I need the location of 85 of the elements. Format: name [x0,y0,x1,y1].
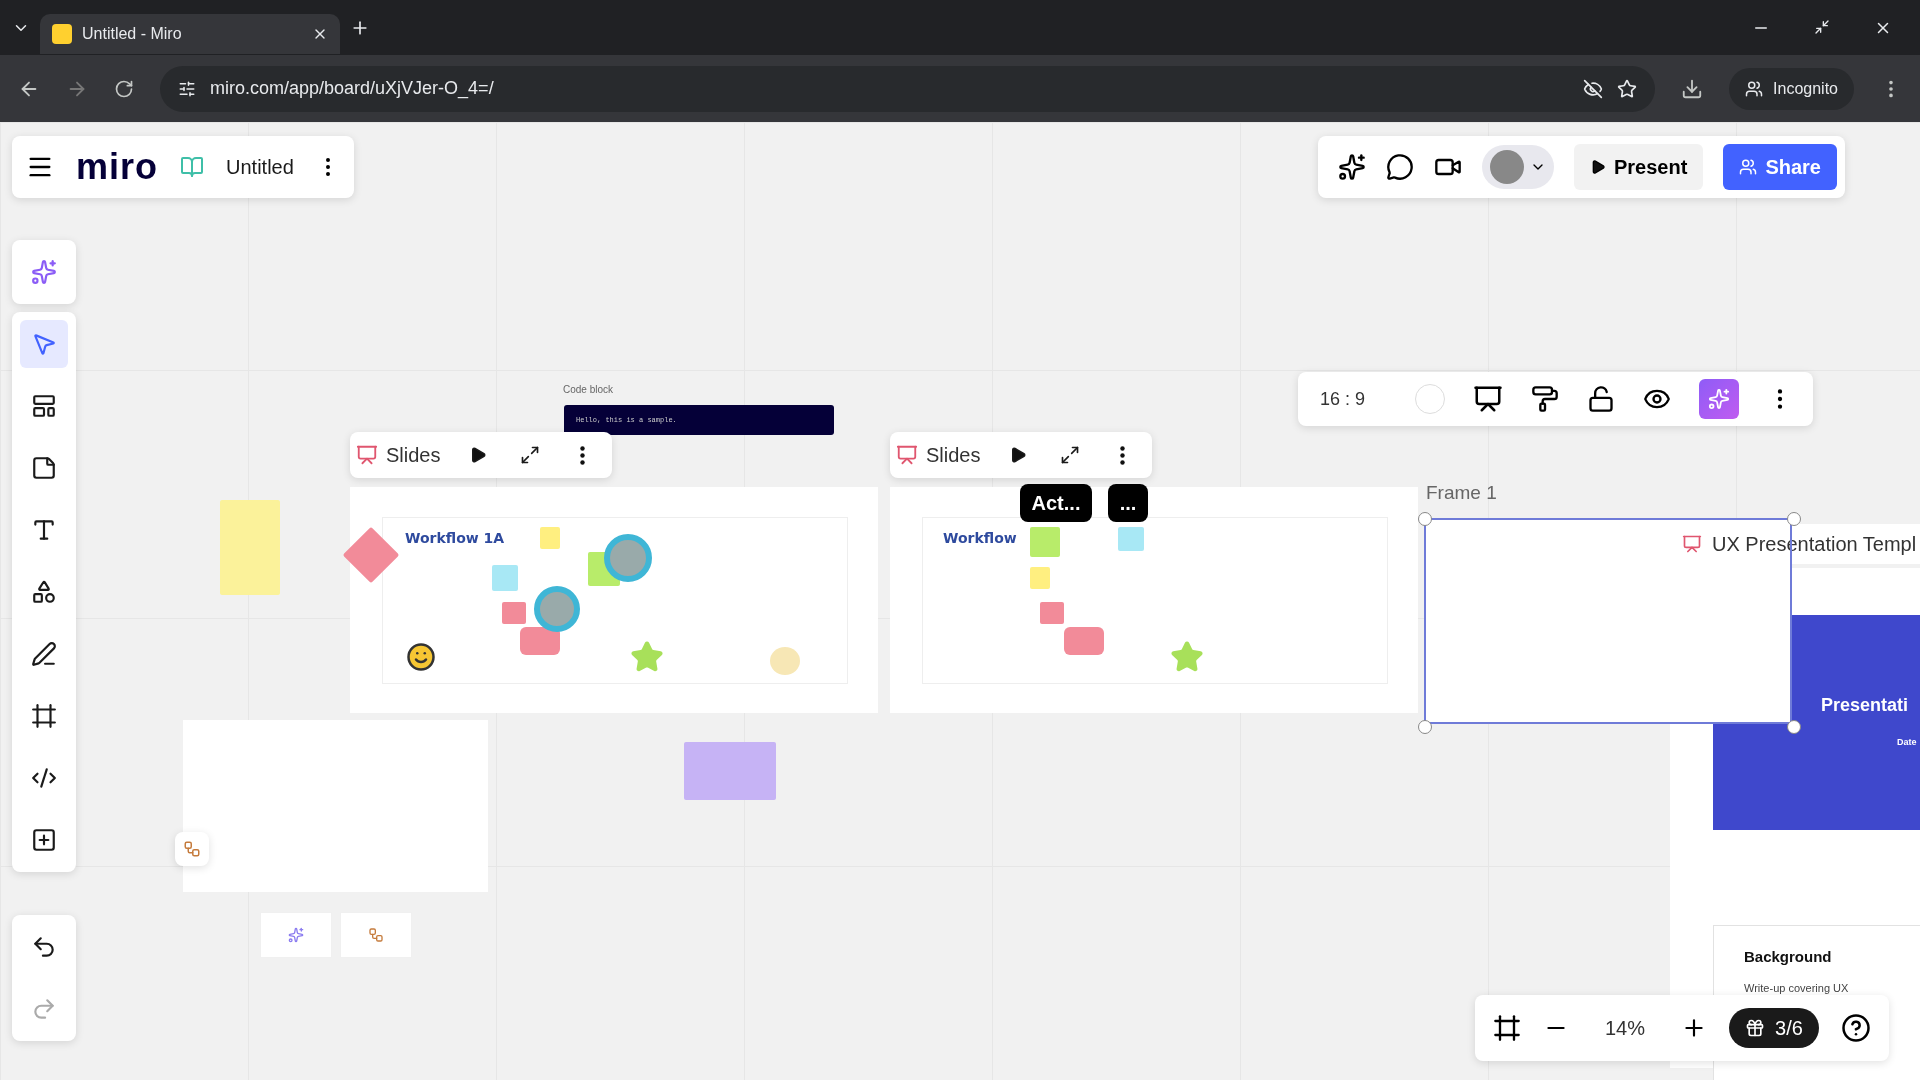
sticky-note [540,527,560,549]
sparkle-icon [1708,388,1731,410]
slides-label: Slides [385,443,442,467]
eye-off-icon[interactable] [1583,78,1604,99]
play-icon [469,446,488,464]
more-icon [580,445,585,465]
collaborator-menu[interactable] [1482,145,1554,189]
present-button[interactable]: Present [1574,144,1704,190]
miro-logo: miro [76,146,158,188]
select-icon [31,331,57,357]
sparkle-icon [288,927,304,943]
slides-label: Slides [925,443,982,467]
slide-title: Presentati [1821,695,1909,716]
expand-icon [1060,445,1081,465]
frame-title: Frame 1 [1426,482,1497,504]
help-icon[interactable] [1840,1013,1871,1043]
people-icon [1739,158,1758,176]
paint-roller-icon[interactable] [1531,385,1560,413]
add-icon [31,827,57,853]
share-button[interactable]: Share [1723,144,1837,190]
profile-name: Incognito [1773,79,1838,98]
flowchart-shape [1040,602,1064,624]
incognito-badge[interactable]: Incognito [1729,67,1854,110]
zoom-level: 14% [1604,1016,1647,1040]
card-title: Background [1744,948,1832,965]
sticky-note [1030,527,1060,557]
resize-handle[interactable] [1418,720,1432,734]
ai-button[interactable] [1699,379,1740,419]
miro-favicon-icon [52,23,72,44]
embed-icon [31,765,57,791]
pen-icon [31,641,57,667]
sticky-note [492,565,518,591]
browser-tab[interactable]: Untitled - Miro [40,13,340,54]
shapes-icon [31,579,57,605]
text-icon [31,517,57,543]
flowchart-shape [502,602,526,624]
bookmark-icon[interactable] [1617,78,1638,99]
frame-icon [31,703,57,729]
presentation-icon[interactable] [1473,384,1504,414]
undo-icon [31,934,57,960]
reload-icon[interactable] [114,78,134,99]
gift-icon [1745,1018,1766,1038]
chat-icon[interactable] [1386,153,1414,181]
avatar [1490,150,1524,184]
address-bar[interactable]: miro.com/app/board/uXjVJer-O_4=/ [160,65,1656,112]
ai-icon [31,259,57,285]
restore-icon[interactable] [1814,18,1830,35]
download-icon[interactable] [1681,77,1704,100]
presentation-icon [356,444,378,466]
board-name[interactable]: Untitled [226,155,294,179]
presentation-icon [896,444,918,466]
sticky-icon [31,455,57,481]
frames-icon[interactable] [1493,1014,1521,1042]
select-tool-button[interactable] [20,320,68,368]
incognito-icon [1745,79,1764,98]
diagram-icon [183,840,201,858]
slide-date: Date [1897,737,1917,747]
flowchart-shape [520,627,560,655]
gift-counter-button[interactable]: 3/6 [1729,1008,1819,1048]
tag-label: Act... [1020,484,1092,522]
card-text: Write-up covering UX [1744,982,1849,994]
resize-handle[interactable] [1787,512,1801,526]
expand-icon [520,445,541,465]
resize-handle[interactable] [1418,512,1432,526]
presentation-icon [1682,534,1702,554]
site-settings-icon[interactable] [178,79,196,98]
reactions-icon[interactable] [1338,153,1366,181]
play-icon [1009,446,1028,464]
book-icon [180,155,204,179]
sticky-note [1118,527,1144,551]
diagram-icon [368,927,384,943]
star-icon [630,640,664,674]
templates-icon [31,393,57,419]
flowchart-shape [1064,627,1104,655]
workflow-title: Workflow 1A [405,530,505,546]
workflow-title: Workflow [943,530,1017,546]
more-icon [1120,445,1125,465]
star-icon [1170,640,1204,674]
play-icon [1590,159,1606,175]
code-block-label: Code block [563,384,614,395]
unlock-icon[interactable] [1587,385,1616,413]
sticky-note [1030,567,1050,589]
redo-icon [31,996,57,1022]
aspect-ratio-button[interactable]: 16 : 9 [1298,388,1388,410]
tag-label: ... [1108,484,1148,522]
